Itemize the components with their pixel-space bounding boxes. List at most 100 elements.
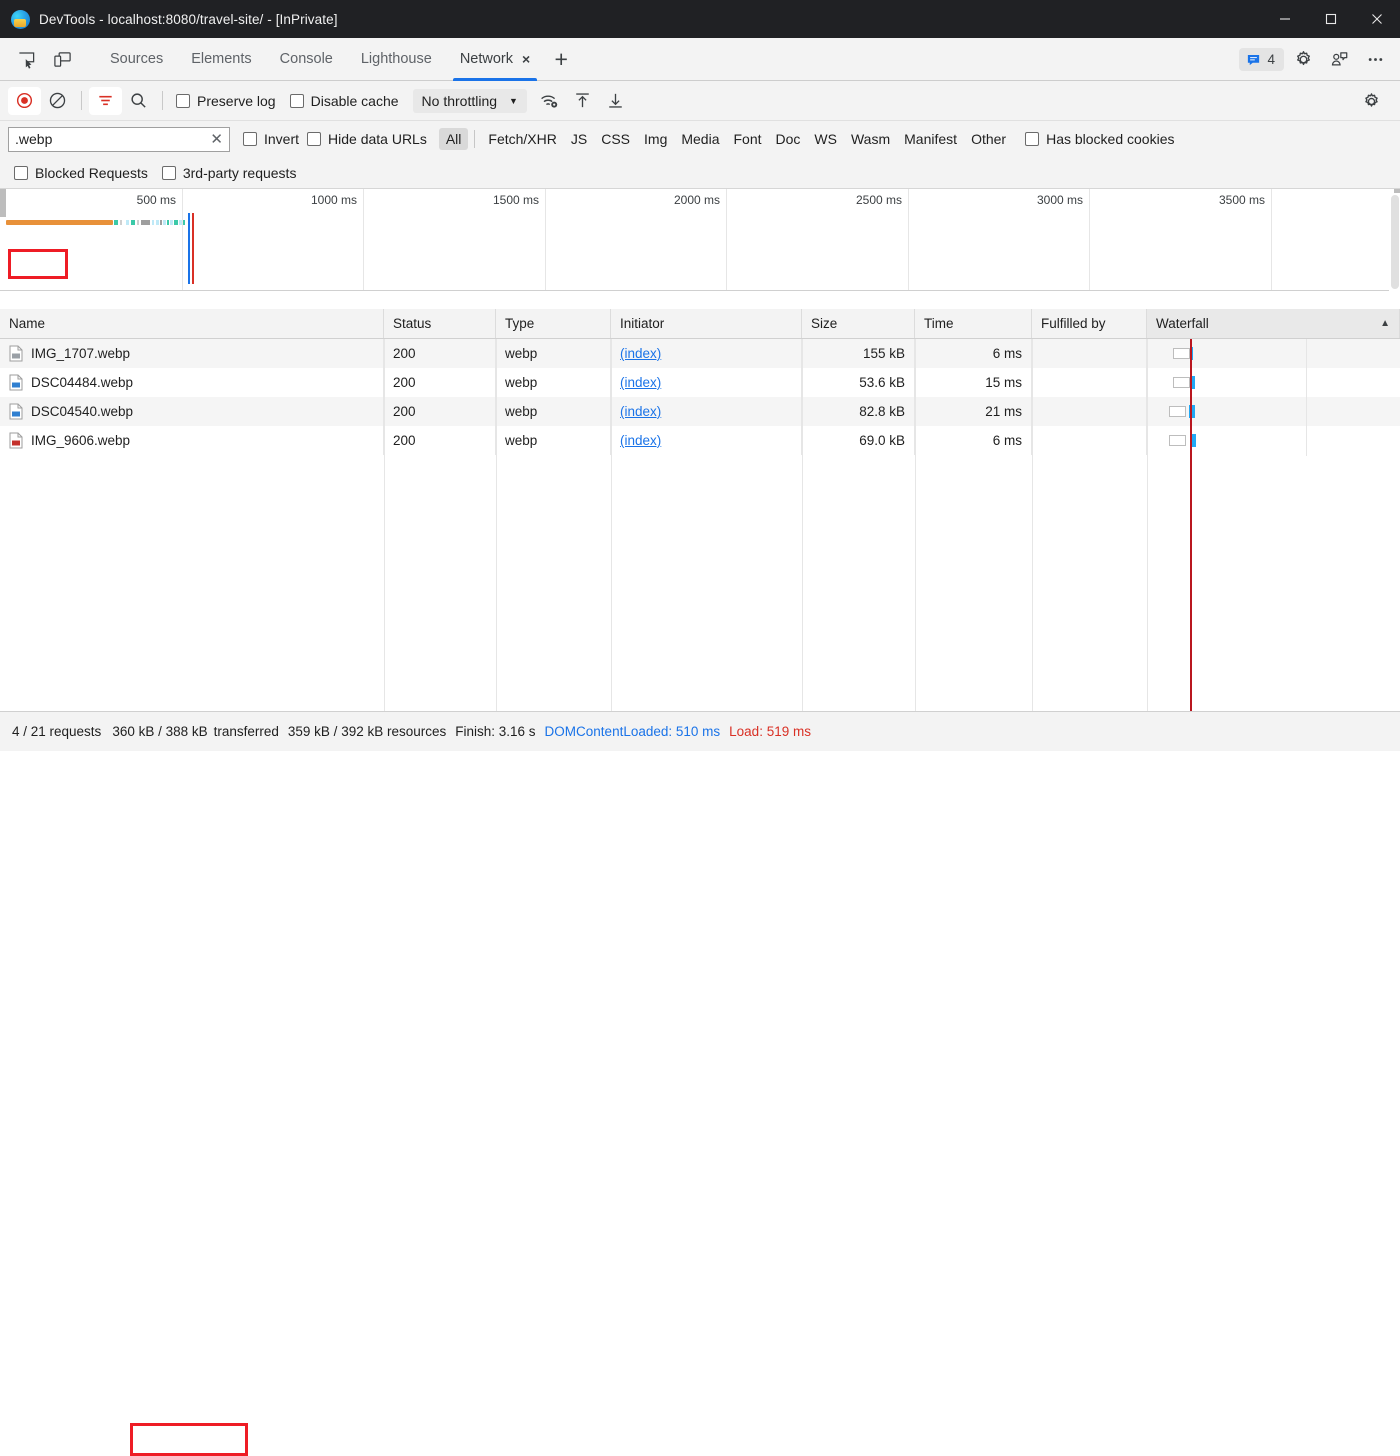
column-header-initiator[interactable]: Initiator (611, 309, 802, 338)
network-settings-gear-icon[interactable] (1355, 87, 1388, 115)
device-toolbar-icon[interactable] (46, 44, 78, 74)
cell-fulfilled-by (1032, 426, 1147, 455)
overview-resource-tick (141, 220, 150, 225)
has-blocked-cookies-checkbox[interactable]: Has blocked cookies (1025, 131, 1174, 147)
tab-label: Elements (191, 51, 251, 67)
annotation-box-transferred (130, 1423, 248, 1456)
cell-initiator: (index) (611, 426, 802, 455)
chevron-down-icon: ▼ (509, 96, 518, 106)
inspect-element-icon[interactable] (10, 44, 42, 74)
column-separator (1306, 339, 1307, 456)
export-har-icon[interactable] (599, 87, 632, 115)
initiator-link[interactable]: (index) (620, 433, 661, 448)
image-file-icon (9, 374, 23, 391)
waterfall-download-bar (1191, 376, 1195, 389)
close-icon[interactable] (1354, 0, 1400, 38)
column-label: Initiator (620, 316, 664, 331)
overview-resource-tick (137, 220, 139, 225)
filter-type-fetch-xhr[interactable]: Fetch/XHR (481, 128, 563, 150)
overview-resource-tick (114, 220, 118, 225)
edge-logo-icon (11, 10, 30, 29)
initiator-link[interactable]: (index) (620, 346, 661, 361)
tab-console[interactable]: Console (266, 38, 347, 81)
record-button-icon[interactable] (8, 87, 41, 115)
third-party-requests-checkbox[interactable]: 3rd-party requests (162, 165, 297, 181)
filter-type-media[interactable]: Media (674, 128, 726, 150)
throttling-dropdown[interactable]: No throttling ▼ (413, 89, 527, 113)
devtools-tabbar: Sources Elements Console Lighthouse Netw… (0, 38, 1400, 81)
overview-gridline (726, 189, 727, 290)
close-tab-icon[interactable]: × (522, 52, 530, 66)
filter-input[interactable] (15, 131, 206, 147)
column-header-status[interactable]: Status (384, 309, 496, 338)
filter-type-doc[interactable]: Doc (769, 128, 808, 150)
overview-request-bar (6, 220, 113, 225)
filter-type-manifest[interactable]: Manifest (897, 128, 964, 150)
filter-type-css[interactable]: CSS (594, 128, 637, 150)
filter-row-secondary: Blocked Requests 3rd-party requests (0, 157, 1400, 189)
network-conditions-icon[interactable] (533, 87, 566, 115)
blocked-requests-checkbox[interactable]: Blocked Requests (14, 165, 148, 181)
minimize-icon[interactable] (1262, 0, 1308, 38)
hide-data-urls-checkbox[interactable]: Hide data URLs (307, 131, 427, 147)
column-header-fulfilled-by[interactable]: Fulfilled by (1032, 309, 1147, 338)
sort-ascending-icon: ▲ (1380, 318, 1390, 329)
filter-input-wrapper[interactable]: ✕ (8, 127, 230, 152)
issues-counter[interactable]: 4 (1239, 48, 1284, 71)
import-har-icon[interactable] (566, 87, 599, 115)
overview-tick-label: 3000 ms (1037, 193, 1089, 207)
column-separator (496, 339, 497, 711)
search-icon[interactable] (122, 87, 155, 115)
filter-type-img[interactable]: Img (637, 128, 674, 150)
checkbox-box (307, 132, 321, 146)
column-separator (1032, 339, 1033, 711)
more-options-icon[interactable] (1358, 45, 1392, 75)
column-header-waterfall[interactable]: Waterfall ▲ (1147, 309, 1400, 338)
network-overview-timeline[interactable]: 500 ms1000 ms1500 ms2000 ms2500 ms3000 m… (0, 189, 1400, 291)
image-file-icon (9, 432, 23, 449)
preserve-log-checkbox[interactable]: Preserve log (176, 93, 276, 109)
column-header-name[interactable]: Name (0, 309, 384, 338)
checkbox-box (162, 166, 176, 180)
column-header-type[interactable]: Type (496, 309, 611, 338)
gear-icon[interactable] (1286, 45, 1320, 75)
cell-initiator: (index) (611, 339, 802, 368)
dom-content-loaded-time: DOMContentLoaded: 510 ms (545, 724, 721, 739)
filter-type-js[interactable]: JS (564, 128, 594, 150)
filter-type-wasm[interactable]: Wasm (844, 128, 897, 150)
waterfall-load-line (1190, 339, 1192, 711)
overview-left-handle[interactable] (0, 189, 6, 217)
disable-cache-label: Disable cache (311, 93, 399, 109)
overview-tick-label: 2000 ms (674, 193, 726, 207)
filter-type-font[interactable]: Font (727, 128, 769, 150)
maximize-icon[interactable] (1308, 0, 1354, 38)
tab-sources[interactable]: Sources (96, 38, 177, 81)
initiator-link[interactable]: (index) (620, 404, 661, 419)
clear-icon[interactable] (41, 87, 74, 115)
add-tab-icon[interactable]: + (544, 38, 578, 81)
disable-cache-checkbox[interactable]: Disable cache (290, 93, 399, 109)
filter-type-all[interactable]: All (439, 128, 469, 150)
tab-network[interactable]: Network × (446, 38, 544, 81)
network-status-bar: 4 / 21 requests 360 kB / 388 kB transfer… (0, 711, 1400, 751)
cell-name: IMG_1707.webp (0, 339, 384, 368)
overview-scrollbar-thumb[interactable] (1391, 195, 1399, 289)
filter-funnel-icon[interactable] (89, 87, 122, 115)
cell-status: 200 (384, 426, 496, 455)
issues-bubble-icon (1246, 52, 1261, 67)
clear-filter-icon[interactable]: ✕ (206, 132, 223, 147)
filter-type-other[interactable]: Other (964, 128, 1013, 150)
invert-checkbox[interactable]: Invert (243, 131, 299, 147)
overview-resource-tick (152, 220, 154, 225)
initiator-link[interactable]: (index) (620, 375, 661, 390)
tab-elements[interactable]: Elements (177, 38, 265, 81)
tab-lighthouse[interactable]: Lighthouse (347, 38, 446, 81)
column-separator (915, 339, 916, 711)
column-header-size[interactable]: Size (802, 309, 915, 338)
filter-type-ws[interactable]: WS (807, 128, 844, 150)
feedback-icon[interactable] (1322, 45, 1356, 75)
requests-table: Name Status Type Initiator Size Time Ful… (0, 309, 1400, 711)
column-header-time[interactable]: Time (915, 309, 1032, 338)
overview-resource-tick (131, 220, 135, 225)
column-label: Name (9, 316, 45, 331)
